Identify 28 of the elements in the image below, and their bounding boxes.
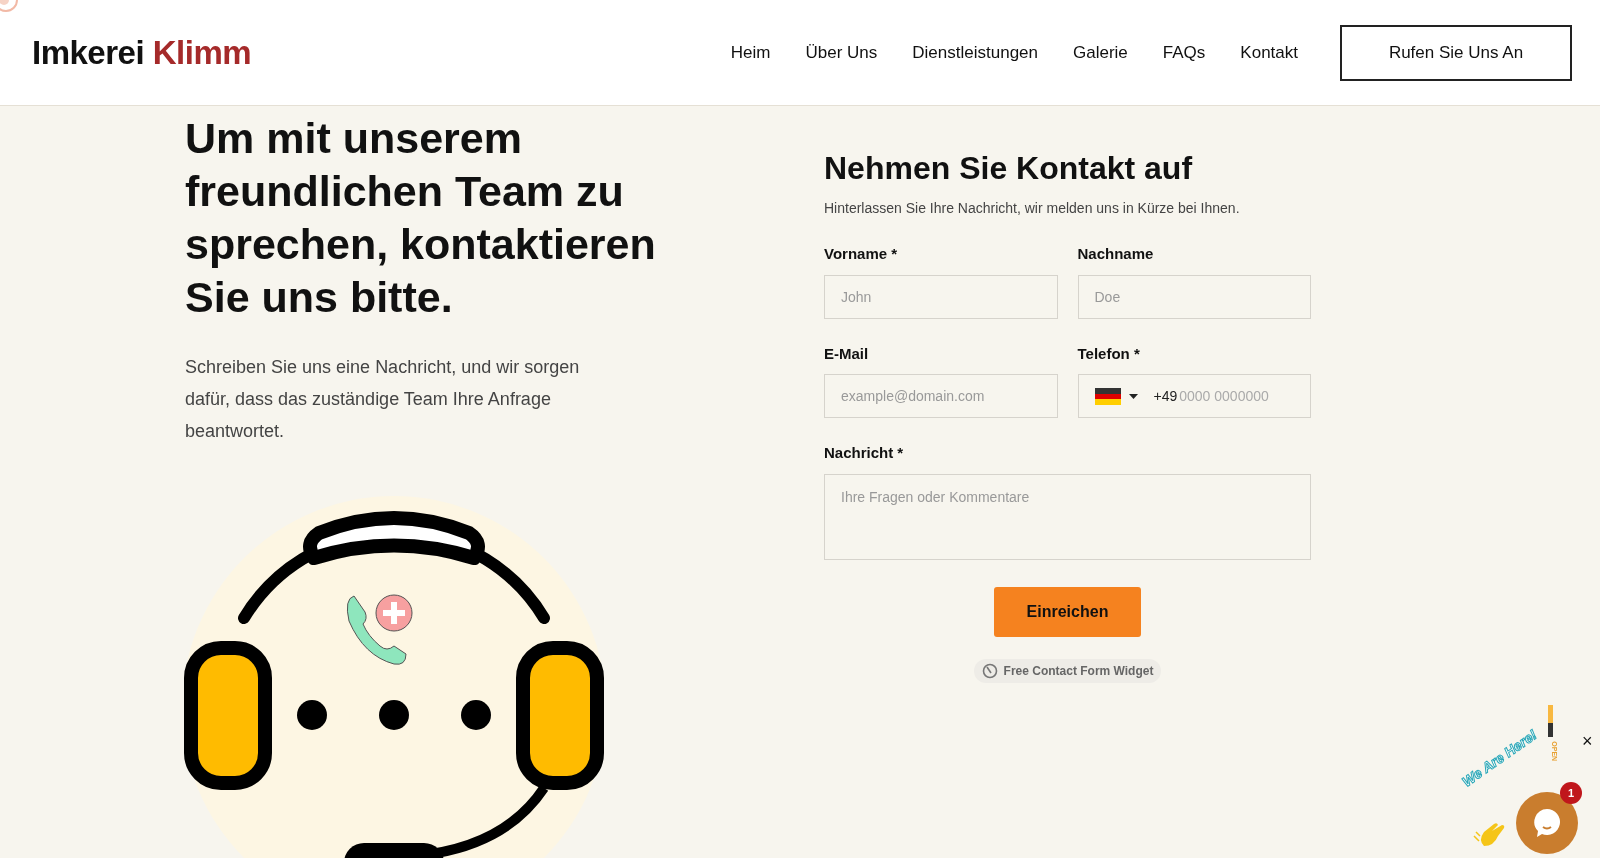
- phone-number-input[interactable]: 0000 0000000: [1179, 385, 1294, 407]
- field-label: Vorname *: [824, 244, 899, 264]
- site-logo[interactable]: Imkerei Klimm: [32, 27, 252, 78]
- nav-link[interactable]: Galerie: [1073, 39, 1128, 66]
- field-label: Nachname: [1077, 244, 1155, 264]
- field-label: E-Mail: [824, 343, 870, 364]
- call-us-button[interactable]: Rufen Sie Uns An: [1340, 24, 1572, 81]
- text-field[interactable]: John: [824, 274, 1058, 319]
- text-field[interactable]: example@domain.com: [824, 374, 1058, 418]
- widget-credit-badge[interactable]: Free Contact Form Widget: [973, 658, 1162, 683]
- nav-link[interactable]: Über Uns: [805, 39, 878, 66]
- unread-count-badge: 1: [1560, 782, 1582, 804]
- submit-button[interactable]: Einreichen: [994, 586, 1141, 637]
- text-field[interactable]: Doe: [1077, 274, 1311, 319]
- message-field[interactable]: Ihre Fragen oder Kommentare: [824, 473, 1311, 560]
- intro-text: Schreiben Sie uns eine Nachricht, und wir sorgen dafür, dass das zuständige Team Ihre Anfrage beantwortet.: [185, 356, 581, 443]
- form-subtitle: Hinterlassen Sie Ihre Nachricht, wir melden uns in Kürze bei Ihnen.: [824, 199, 1241, 218]
- nav-link[interactable]: Kontakt: [1240, 39, 1298, 66]
- phone-field[interactable]: +490000 0000000: [1077, 374, 1311, 418]
- nav-link[interactable]: Dienstleistungen: [912, 39, 1038, 66]
- intro-heading: Um mit unserem freundlichen Team zu sprechen, kontaktieren Sie uns bitte.: [185, 113, 657, 323]
- form-title: Nehmen Sie Kontakt auf: [824, 149, 1194, 188]
- phone-prefix: +49: [1153, 386, 1178, 406]
- nav-link[interactable]: Heim: [730, 39, 771, 66]
- nav-link[interactable]: FAQs: [1162, 39, 1206, 66]
- field-label: Nachricht *: [824, 443, 905, 463]
- field-label: Telefon *: [1077, 343, 1141, 364]
- close-button[interactable]: ×: [1582, 732, 1593, 750]
